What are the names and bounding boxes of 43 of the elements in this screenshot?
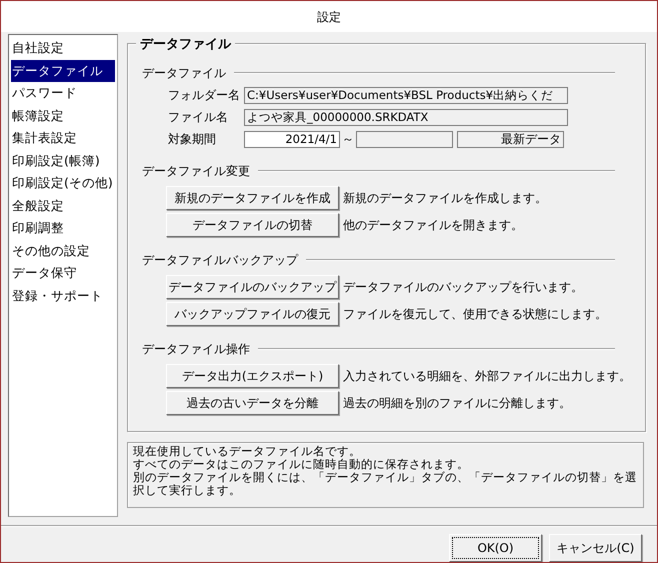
action-button[interactable]: 過去の古いデータを分離 [166, 391, 339, 415]
help-text: すべてのデータはこのファイルに随時自動的に保存されます。 [133, 458, 470, 471]
date-field[interactable] [356, 130, 453, 148]
action-button[interactable]: バックアップファイルの復元 [166, 302, 339, 326]
date-field[interactable]: 2021/4/1 [244, 130, 340, 148]
section-heading: データファイル変更 [142, 163, 250, 180]
sidebar-item[interactable]: 全般設定 [11, 194, 115, 217]
action-description: ファイルを復元して、使用できる状態にします。 [343, 306, 607, 323]
window-title: 設定 [317, 8, 341, 26]
action-description: データファイルのバックアップを行います。 [343, 279, 583, 296]
field-label: 対象期間 [168, 131, 217, 148]
action-button[interactable]: データ出力(エクスポート) [166, 364, 339, 388]
action-button[interactable]: データファイルのバックアップ [166, 275, 339, 299]
sidebar-item[interactable]: データ保守 [11, 262, 115, 284]
range-separator: ～ [341, 131, 355, 148]
text-field[interactable]: よつや家具_00000000.SRKDATX [244, 108, 568, 126]
sidebar-item[interactable]: 印刷設定(帳簿) [11, 150, 115, 172]
sidebar-item[interactable]: パスワード [11, 82, 115, 104]
help-text: 現在使用しているデータファイル名です。 [133, 445, 362, 458]
dialog-button[interactable]: キャンセル(C) [549, 534, 642, 562]
sidebar-item[interactable]: データファイル [11, 60, 115, 82]
help-text: 別のデータファイルを開くには、「データファイル」タブの、「データファイルの切替」を選択して実行します。 [133, 471, 638, 497]
action-button[interactable]: 新規のデータファイルを作成 [166, 186, 339, 210]
action-button[interactable]: データファイルの切替 [166, 213, 339, 237]
section-heading: データファイルバックアップ [142, 252, 298, 269]
field-label: フォルダー名 [168, 87, 241, 104]
sidebar-item[interactable]: 印刷調整 [11, 217, 115, 240]
text-field[interactable]: C:¥Users¥user¥Documents¥BSL Products¥出納らくだ [244, 86, 568, 104]
sidebar-item[interactable]: 登録・サポート [11, 284, 115, 307]
action-description: 過去の明細を別のファイルに分離します。 [343, 395, 571, 412]
action-description: 入力されている明細を、外部ファイルに出力します。 [343, 368, 631, 385]
sidebar-item[interactable]: 印刷設定(その他) [11, 172, 115, 194]
action-description: 他のデータファイルを開きます。 [343, 217, 523, 234]
status-field: 最新データ [457, 130, 564, 148]
section-heading: データファイル [142, 65, 226, 82]
sidebar-item[interactable]: その他の設定 [11, 240, 115, 262]
sidebar-item[interactable]: 帳簿設定 [11, 104, 115, 127]
sidebar-item[interactable]: 自社設定 [11, 37, 115, 60]
sidebar-item[interactable]: 集計表設定 [11, 127, 115, 150]
dialog-button[interactable]: OK(O) [449, 534, 542, 562]
action-description: 新規のデータファイルを作成します。 [343, 190, 547, 207]
section-heading: データファイル操作 [142, 341, 250, 358]
field-label: ファイル名 [168, 109, 229, 126]
